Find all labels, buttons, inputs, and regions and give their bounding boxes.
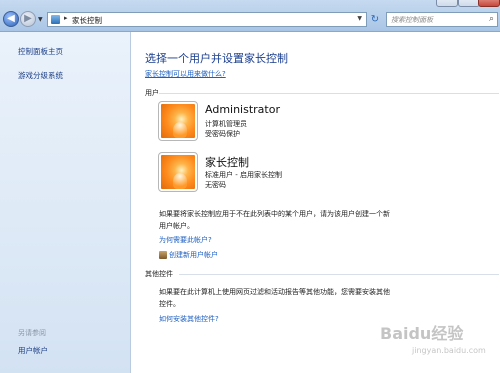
- create-note-line: 用户帐户。: [159, 222, 194, 230]
- user-avatar-flower: [158, 101, 198, 141]
- recent-pages-dropdown-icon[interactable]: ▼: [38, 16, 45, 23]
- create-account-note: 如果要将家长控制应用于不在此列表中的某个用户，请为该用户创建一个新 用户帐户。: [159, 208, 459, 232]
- user-name: Administrator: [205, 103, 280, 116]
- search-placeholder: 搜索控制面板: [391, 16, 433, 24]
- breadcrumb-current[interactable]: 家长控制: [72, 15, 102, 26]
- user-role: 标准用户 - 启用家长控制: [205, 171, 282, 179]
- other-note-line: 控件。: [159, 300, 180, 308]
- user-account-icon: [159, 251, 167, 259]
- user-name: 家长控制: [205, 156, 249, 169]
- minimize-button[interactable]: [436, 0, 458, 7]
- sidebar-item-game-ratings[interactable]: 游戏分级系统: [18, 70, 63, 81]
- help-link[interactable]: 家长控制可以用来做什么?: [145, 69, 226, 79]
- other-controls-heading: 其他控件: [145, 270, 173, 278]
- sidebar-item-control-panel-home[interactable]: 控制面板主页: [18, 46, 63, 57]
- user-role: 计算机管理员: [205, 120, 247, 128]
- control-panel-icon: [51, 15, 60, 24]
- users-section-heading: 用户: [145, 89, 159, 97]
- page-title: 选择一个用户并设置家长控制: [145, 52, 288, 65]
- user-tile-parental-control[interactable]: 家长控制 标准用户 - 启用家长控制 无密码: [158, 152, 459, 193]
- section-divider: [179, 274, 499, 275]
- window-toolbar: ◀ ▶ ▼ ▸ 家长控制 ▼ ↻ 搜索控制面板 ⌕: [0, 0, 500, 32]
- watermark-logo: Baidu经验: [380, 324, 464, 343]
- section-divider: [159, 93, 499, 94]
- create-note-line: 如果要将家长控制应用于不在此列表中的某个用户，请为该用户创建一个新: [159, 210, 390, 218]
- address-bar[interactable]: ▸ 家长控制 ▼: [47, 12, 367, 27]
- search-icon[interactable]: ⌕: [489, 14, 494, 24]
- other-note-line: 如果要在此计算机上使用网页过滤和活动报告等其他功能，您需要安装其他: [159, 288, 390, 296]
- forward-arrow-icon[interactable]: ▶: [20, 11, 36, 27]
- create-user-account-link[interactable]: 创建新用户帐户: [169, 250, 218, 260]
- user-password-status: 无密码: [205, 181, 226, 189]
- why-account-link[interactable]: 为何需要此帐户?: [159, 235, 212, 245]
- user-tile-administrator[interactable]: Administrator 计算机管理员 受密码保护: [158, 101, 459, 142]
- breadcrumb-separator-icon[interactable]: ▸: [64, 14, 68, 22]
- other-controls-note: 如果要在此计算机上使用网页过滤和活动报告等其他功能，您需要安装其他 控件。: [159, 286, 459, 310]
- see-also-heading: 另请参阅: [18, 329, 46, 337]
- install-controls-link[interactable]: 如何安装其他控件?: [159, 314, 219, 324]
- watermark-url: jingyan.baidu.com: [412, 346, 486, 355]
- sidebar-item-user-accounts[interactable]: 用户帐户: [18, 345, 48, 356]
- back-arrow-icon[interactable]: ◀: [3, 11, 19, 27]
- user-avatar-flower: [158, 152, 198, 192]
- refresh-icon[interactable]: ↻: [368, 12, 382, 27]
- address-dropdown-icon[interactable]: ▼: [357, 15, 362, 22]
- close-window-button[interactable]: [478, 0, 500, 7]
- sidebar: 控制面板主页 游戏分级系统 另请参阅 用户帐户: [0, 32, 131, 373]
- search-input[interactable]: 搜索控制面板 ⌕: [386, 12, 498, 27]
- user-password-status: 受密码保护: [205, 130, 240, 138]
- maximize-button[interactable]: [458, 0, 480, 7]
